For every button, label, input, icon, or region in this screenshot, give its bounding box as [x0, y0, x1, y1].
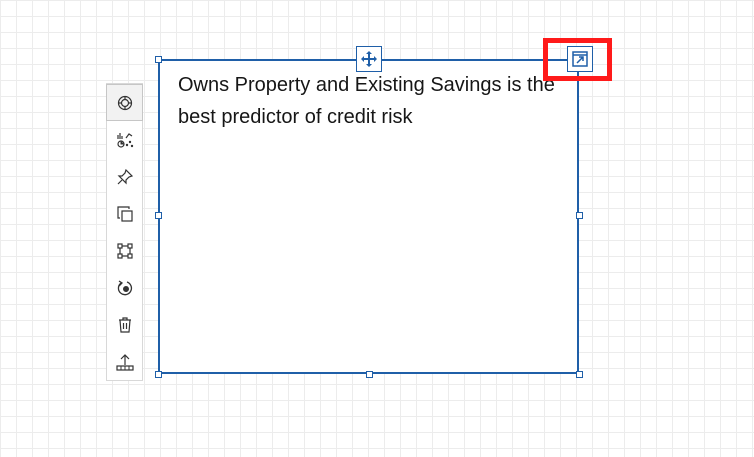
move-arrows-icon: [361, 51, 377, 67]
resize-handle-bottom[interactable]: [366, 371, 373, 378]
insight-card[interactable]: Owns Property and Existing Savings is th…: [158, 59, 579, 374]
card-title: Owns Property and Existing Savings is th…: [178, 74, 555, 128]
rotate-insights-icon: [117, 279, 132, 295]
chart-types-icon: [116, 132, 133, 148]
tool-delete[interactable]: [107, 307, 142, 342]
tool-chart-types[interactable]: [107, 122, 142, 157]
resize-handle-left[interactable]: [155, 212, 162, 219]
resize-handle-top-left[interactable]: [155, 56, 162, 63]
move-handle[interactable]: [356, 46, 382, 72]
tool-upload[interactable]: [107, 344, 142, 379]
radar-target-icon: [117, 95, 132, 110]
trash-icon: [118, 316, 131, 333]
bounding-box-icon: [116, 242, 133, 259]
duplicate-icon: [116, 205, 133, 222]
resize-handle-bottom-left[interactable]: [155, 371, 162, 378]
tool-radar[interactable]: [106, 84, 143, 121]
tool-pin[interactable]: [107, 159, 142, 194]
vertical-toolbar: [106, 83, 143, 381]
highlight-box: [543, 38, 612, 81]
tool-rotate[interactable]: [107, 270, 142, 305]
upload-icon: [115, 353, 134, 371]
tool-bounding-box[interactable]: [107, 233, 142, 268]
resize-handle-bottom-right[interactable]: [576, 371, 583, 378]
tool-duplicate[interactable]: [107, 196, 142, 231]
resize-handle-right[interactable]: [576, 212, 583, 219]
pin-icon: [117, 168, 133, 184]
